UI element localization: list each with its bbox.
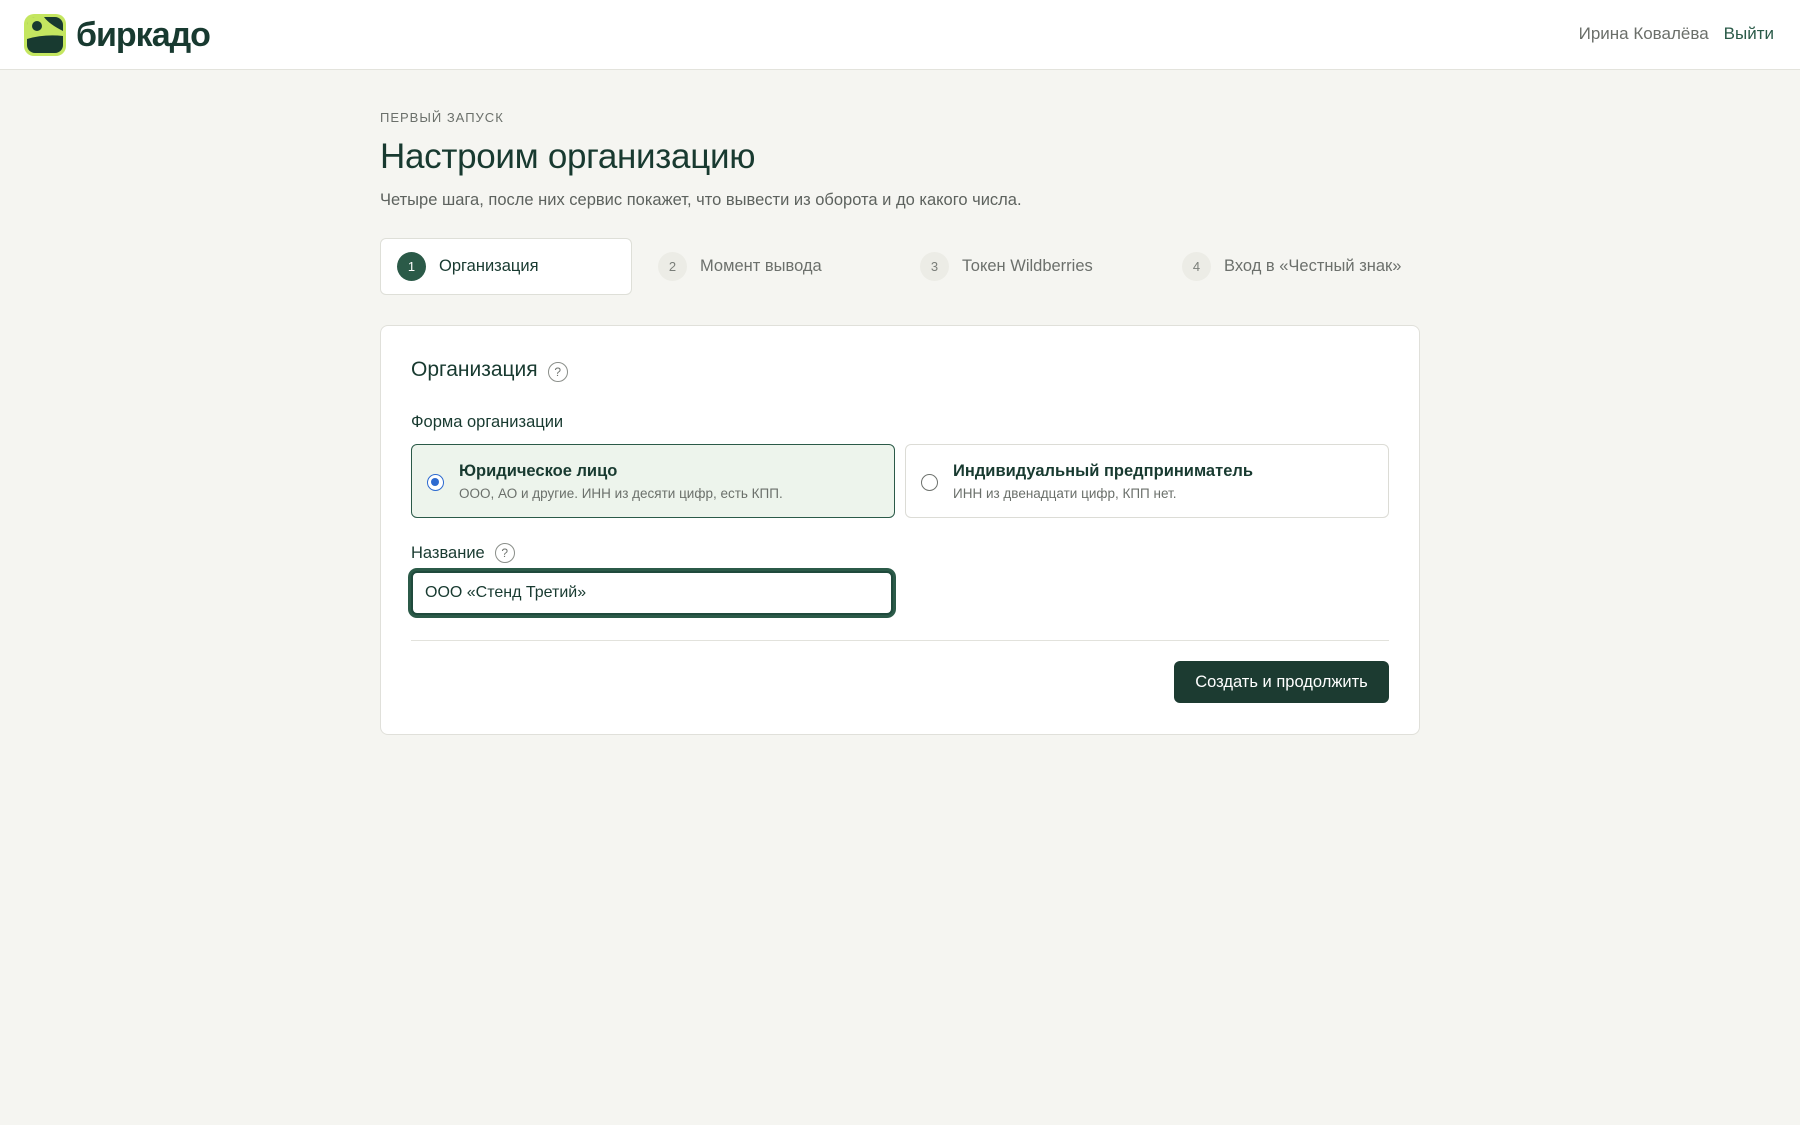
step-number: 2: [658, 252, 687, 281]
option-individual-entrepreneur[interactable]: Индивидуальный предприниматель ИНН из дв…: [905, 444, 1389, 518]
create-and-continue-button[interactable]: Создать и продолжить: [1174, 661, 1389, 703]
step-label: Организация: [439, 257, 539, 275]
top-bar: биркадо Ирина Ковалёва Выйти: [0, 0, 1800, 70]
card-title-row: Организация ?: [411, 358, 568, 382]
step-number: 3: [920, 252, 949, 281]
page-eyebrow: ПЕРВЫЙ ЗАПУСК: [380, 110, 504, 125]
step-withdrawal-moment[interactable]: 2 Момент вывода: [658, 238, 822, 295]
main-content: ПЕРВЫЙ ЗАПУСК Настроим организацию Четыр…: [380, 110, 1420, 735]
step-number: 4: [1182, 252, 1211, 281]
step-organization[interactable]: 1 Организация: [380, 238, 632, 295]
step-number: 1: [397, 252, 426, 281]
step-label: Вход в «Честный знак»: [1224, 257, 1402, 275]
organization-name-input[interactable]: [411, 571, 893, 615]
option-title: Юридическое лицо: [459, 462, 618, 480]
logo-text: биркадо: [76, 16, 211, 54]
organization-card: Организация ? Форма организации Юридичес…: [380, 325, 1420, 735]
form-type-label: Форма организации: [411, 413, 564, 431]
user-name: Ирина Ковалёва: [1578, 24, 1709, 43]
step-chestny-znak-login[interactable]: 4 Вход в «Честный знак»: [1182, 238, 1401, 295]
radio-individual-entrepreneur[interactable]: [921, 474, 938, 491]
page-title: Настроим организацию: [380, 137, 756, 176]
help-icon[interactable]: ?: [547, 362, 568, 382]
user-area: Ирина Ковалёва Выйти: [1579, 24, 1774, 44]
option-description: ООО, АО и другие. ИНН из десяти цифр, ес…: [459, 486, 783, 501]
step-wildberries-token[interactable]: 3 Токен Wildberries: [920, 238, 1093, 295]
step-label: Момент вывода: [700, 257, 822, 275]
help-icon[interactable]: ?: [494, 543, 515, 563]
card-title: Организация: [411, 358, 538, 381]
radio-legal-entity[interactable]: [427, 474, 444, 491]
divider: [411, 640, 1389, 641]
logo-icon: [24, 14, 66, 56]
name-label-row: Название ?: [411, 543, 515, 563]
option-description: ИНН из двенадцати цифр, КПП нет.: [953, 486, 1177, 501]
stepper: 1 Организация 2 Момент вывода 3 Токен Wi…: [380, 238, 1420, 295]
logout-link[interactable]: Выйти: [1724, 24, 1774, 44]
name-label: Название: [411, 543, 485, 562]
option-legal-entity[interactable]: Юридическое лицо ООО, АО и другие. ИНН и…: [411, 444, 895, 518]
option-title: Индивидуальный предприниматель: [953, 462, 1253, 480]
step-label: Токен Wildberries: [962, 257, 1093, 275]
logo[interactable]: биркадо: [24, 14, 211, 56]
page-subtitle: Четыре шага, после них сервис покажет, ч…: [380, 191, 1022, 209]
form-type-options: Юридическое лицо ООО, АО и другие. ИНН и…: [411, 444, 1389, 518]
